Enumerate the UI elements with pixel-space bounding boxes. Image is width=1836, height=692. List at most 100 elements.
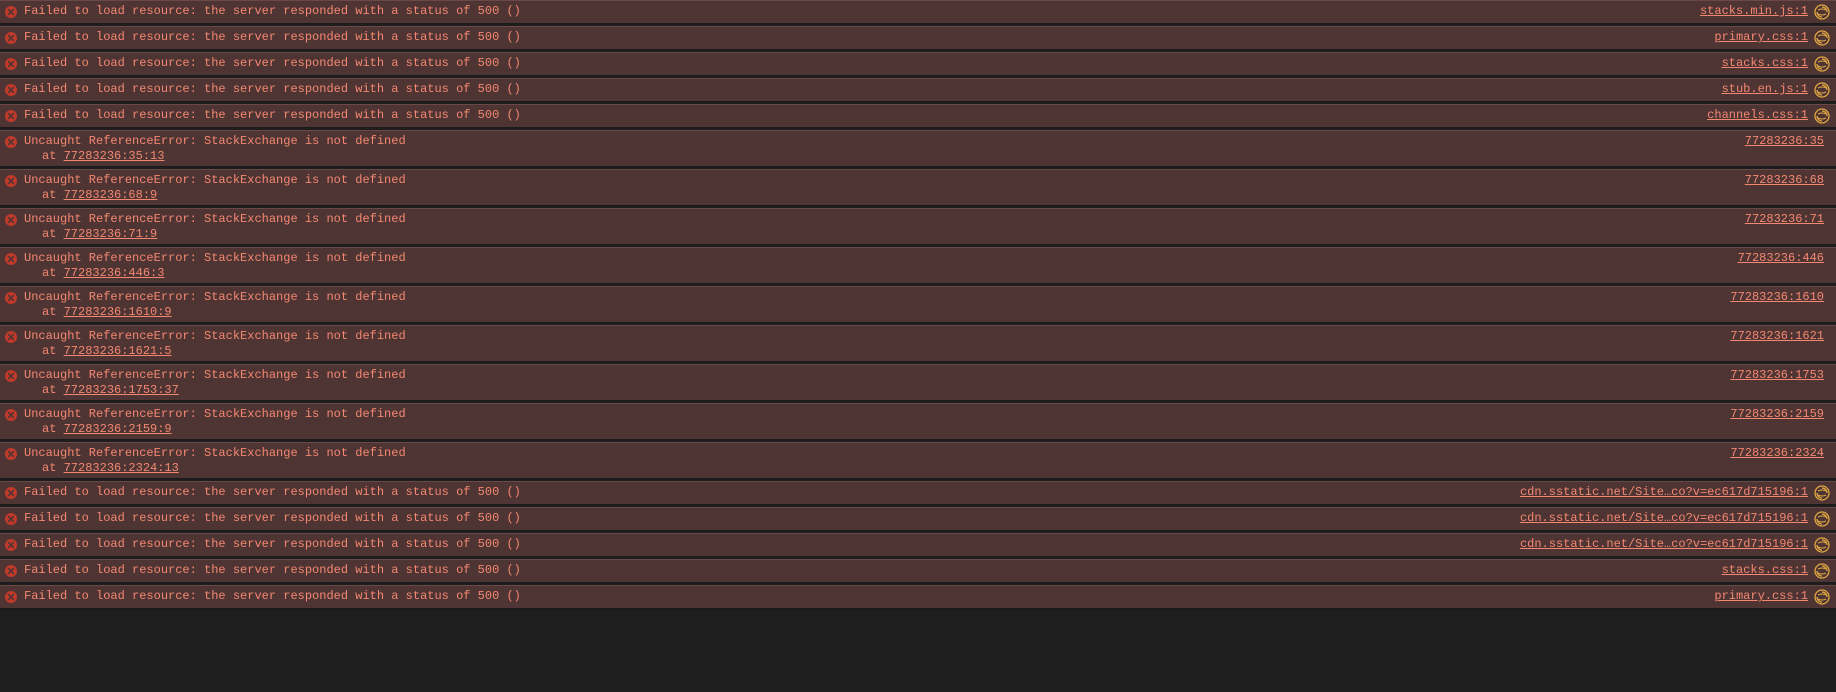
network-icon — [1814, 485, 1830, 501]
source-link[interactable]: channels.css:1 — [1707, 108, 1808, 122]
console-error-row: Uncaught ReferenceError: StackExchange i… — [0, 403, 1836, 440]
stack-trace: at 77283236:2324:13 — [4, 461, 1830, 475]
source-link[interactable]: 77283236:1621 — [1730, 329, 1824, 343]
error-message: Failed to load resource: the server resp… — [24, 563, 1722, 577]
error-message: Failed to load resource: the server resp… — [24, 537, 1520, 551]
error-message: Uncaught ReferenceError: StackExchange i… — [24, 446, 1730, 460]
source-link[interactable]: cdn.sstatic.net/Site…co?v=ec617d715196:1 — [1520, 511, 1808, 525]
error-message: Failed to load resource: the server resp… — [24, 485, 1520, 499]
source-link[interactable]: 77283236:35 — [1745, 134, 1824, 148]
row-separator — [0, 609, 1836, 611]
error-icon — [4, 31, 18, 45]
error-message: Failed to load resource: the server resp… — [24, 30, 1714, 44]
console-log: Failed to load resource: the server resp… — [0, 0, 1836, 611]
error-icon — [4, 486, 18, 500]
error-icon — [4, 564, 18, 578]
stack-at-text: at — [42, 422, 64, 436]
stack-link[interactable]: 77283236:2324:13 — [64, 461, 179, 475]
stack-link[interactable]: 77283236:71:9 — [64, 227, 158, 241]
stack-trace: at 77283236:71:9 — [4, 227, 1830, 241]
error-message: Uncaught ReferenceError: StackExchange i… — [24, 134, 1745, 148]
error-icon — [4, 408, 18, 422]
stack-link[interactable]: 77283236:2159:9 — [64, 422, 172, 436]
source-link[interactable]: 77283236:2324 — [1730, 446, 1824, 460]
console-error-row: Failed to load resource: the server resp… — [0, 481, 1836, 505]
stack-link[interactable]: 77283236:68:9 — [64, 188, 158, 202]
error-message: Uncaught ReferenceError: StackExchange i… — [24, 290, 1730, 304]
console-error-row: Failed to load resource: the server resp… — [0, 52, 1836, 76]
source-link[interactable]: stacks.css:1 — [1722, 56, 1808, 70]
error-icon — [4, 213, 18, 227]
error-icon — [4, 174, 18, 188]
console-error-row: Uncaught ReferenceError: StackExchange i… — [0, 247, 1836, 284]
console-error-row: Failed to load resource: the server resp… — [0, 559, 1836, 583]
console-error-row: Failed to load resource: the server resp… — [0, 0, 1836, 24]
stack-trace: at 77283236:1610:9 — [4, 305, 1830, 319]
error-icon — [4, 291, 18, 305]
network-icon — [1814, 82, 1830, 98]
console-error-row: Uncaught ReferenceError: StackExchange i… — [0, 169, 1836, 206]
error-icon — [4, 5, 18, 19]
stack-at-text: at — [42, 344, 64, 358]
error-message: Failed to load resource: the server resp… — [24, 108, 1707, 122]
source-link[interactable]: primary.css:1 — [1714, 589, 1808, 603]
source-link[interactable]: primary.css:1 — [1714, 30, 1808, 44]
console-error-row: Uncaught ReferenceError: StackExchange i… — [0, 442, 1836, 479]
console-error-row: Failed to load resource: the server resp… — [0, 104, 1836, 128]
error-message: Uncaught ReferenceError: StackExchange i… — [24, 251, 1738, 265]
source-link[interactable]: 77283236:71 — [1745, 212, 1824, 226]
stack-link[interactable]: 77283236:1753:37 — [64, 383, 179, 397]
network-icon — [1814, 537, 1830, 553]
console-error-row: Uncaught ReferenceError: StackExchange i… — [0, 130, 1836, 167]
error-icon — [4, 330, 18, 344]
source-link[interactable]: 77283236:68 — [1745, 173, 1824, 187]
network-icon — [1814, 511, 1830, 527]
error-message: Uncaught ReferenceError: StackExchange i… — [24, 407, 1730, 421]
source-link[interactable]: stacks.css:1 — [1722, 563, 1808, 577]
error-icon — [4, 447, 18, 461]
stack-link[interactable]: 77283236:1610:9 — [64, 305, 172, 319]
console-error-row: Uncaught ReferenceError: StackExchange i… — [0, 364, 1836, 401]
error-message: Uncaught ReferenceError: StackExchange i… — [24, 329, 1730, 343]
stack-trace: at 77283236:446:3 — [4, 266, 1830, 280]
error-icon — [4, 57, 18, 71]
error-message: Failed to load resource: the server resp… — [24, 82, 1722, 96]
stack-at-text: at — [42, 149, 64, 163]
error-icon — [4, 512, 18, 526]
stack-at-text: at — [42, 383, 64, 397]
error-icon — [4, 369, 18, 383]
console-error-row: Failed to load resource: the server resp… — [0, 78, 1836, 102]
network-icon — [1814, 563, 1830, 579]
source-link[interactable]: 77283236:446 — [1738, 251, 1824, 265]
error-message: Uncaught ReferenceError: StackExchange i… — [24, 173, 1745, 187]
error-icon — [4, 252, 18, 266]
stack-trace: at 77283236:1753:37 — [4, 383, 1830, 397]
network-icon — [1814, 4, 1830, 20]
error-message: Failed to load resource: the server resp… — [24, 511, 1520, 525]
console-error-row: Failed to load resource: the server resp… — [0, 507, 1836, 531]
stack-trace: at 77283236:68:9 — [4, 188, 1830, 202]
stack-trace: at 77283236:35:13 — [4, 149, 1830, 163]
stack-at-text: at — [42, 305, 64, 319]
stack-at-text: at — [42, 266, 64, 280]
stack-link[interactable]: 77283236:1621:5 — [64, 344, 172, 358]
error-message: Failed to load resource: the server resp… — [24, 589, 1714, 603]
source-link[interactable]: 77283236:2159 — [1730, 407, 1824, 421]
stack-at-text: at — [42, 188, 64, 202]
stack-link[interactable]: 77283236:446:3 — [64, 266, 165, 280]
source-link[interactable]: cdn.sstatic.net/Site…co?v=ec617d715196:1 — [1520, 485, 1808, 499]
error-message: Uncaught ReferenceError: StackExchange i… — [24, 368, 1730, 382]
error-message: Uncaught ReferenceError: StackExchange i… — [24, 212, 1745, 226]
network-icon — [1814, 108, 1830, 124]
console-error-row: Failed to load resource: the server resp… — [0, 585, 1836, 609]
console-error-row: Failed to load resource: the server resp… — [0, 533, 1836, 557]
error-icon — [4, 538, 18, 552]
source-link[interactable]: 77283236:1753 — [1730, 368, 1824, 382]
source-link[interactable]: stacks.min.js:1 — [1700, 4, 1808, 18]
stack-link[interactable]: 77283236:35:13 — [64, 149, 165, 163]
source-link[interactable]: cdn.sstatic.net/Site…co?v=ec617d715196:1 — [1520, 537, 1808, 551]
source-link[interactable]: stub.en.js:1 — [1722, 82, 1808, 96]
error-icon — [4, 135, 18, 149]
console-error-row: Uncaught ReferenceError: StackExchange i… — [0, 325, 1836, 362]
source-link[interactable]: 77283236:1610 — [1730, 290, 1824, 304]
